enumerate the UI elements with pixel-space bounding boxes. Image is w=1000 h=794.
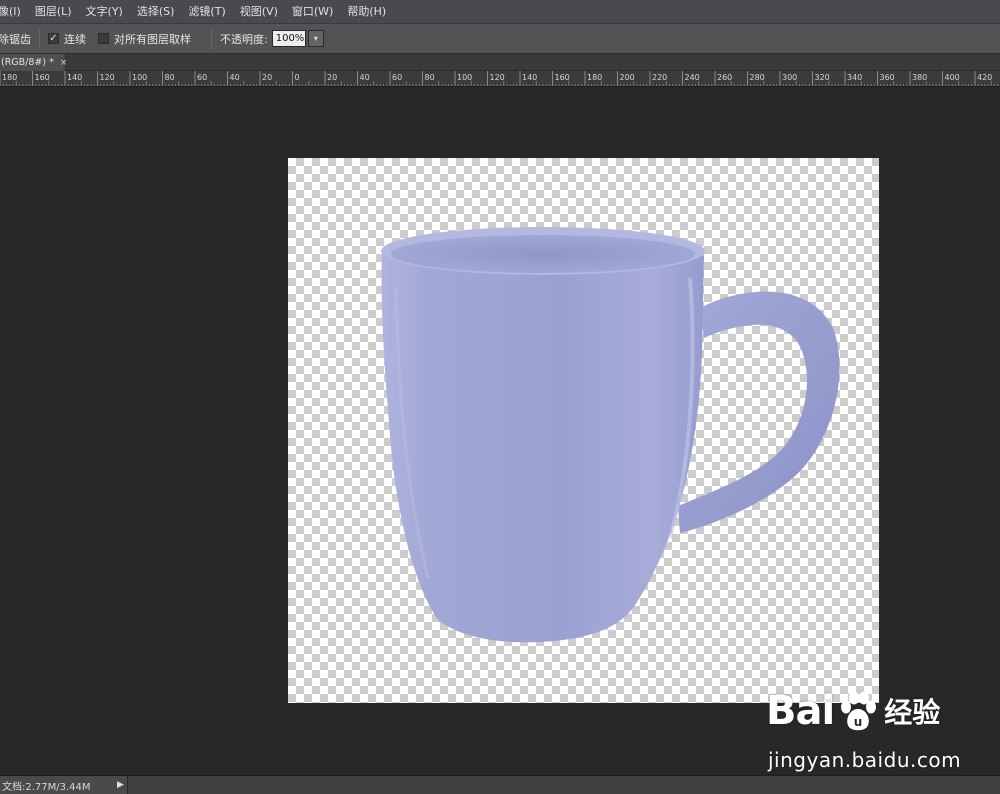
ruler-tick-label: 340 [847, 73, 862, 82]
ruler-tick-label: 0 [295, 73, 300, 82]
canvas-workspace[interactable] [0, 87, 1000, 775]
triangle-right-icon[interactable]: ▶ [117, 780, 124, 790]
ruler-tick-label: 40 [230, 73, 240, 82]
close-icon[interactable]: × [60, 58, 68, 68]
menu-type[interactable]: 文字(Y) [79, 0, 130, 24]
menu-image[interactable]: 像(I) [0, 0, 28, 24]
ruler-scale: 180 160 140 120 100 80 60 40 20 0 20 40 60 80 100 120 14… [0, 71, 999, 86]
ruler-tick-label: 60 [392, 73, 402, 82]
ruler-tick-label: 200 [620, 73, 635, 82]
sample-all-layers-option[interactable]: 对所有图层取样 [98, 31, 191, 47]
ruler-tick-label: 100 [457, 73, 472, 82]
opacity-label: 不透明度: [220, 32, 268, 46]
ruler-tick-label: 100 [132, 73, 147, 82]
ruler-tick-label: 140 [522, 73, 537, 82]
ruler-tick-label: 180 [587, 73, 602, 82]
document-size-info: 文档:2.77M/3.44M [2, 782, 91, 793]
ruler-tick-label: 80 [425, 73, 435, 82]
ruler-tick-label: 260 [717, 73, 732, 82]
document-canvas[interactable] [288, 158, 879, 703]
baidu-paw-icon: u [841, 691, 877, 731]
sample-all-layers-checkbox[interactable] [98, 33, 109, 44]
ruler-tick-label: 20 [327, 73, 337, 82]
photoshop-window: 像(I) 图层(L) 文字(Y) 选择(S) 滤镜(T) 视图(V) 窗口(W)… [0, 0, 1000, 794]
options-separator [39, 28, 40, 49]
horizontal-ruler[interactable]: 180 160 140 120 100 80 60 40 20 0 20 40 60 80 100 120 14… [0, 71, 1000, 87]
ruler-tick-label: 160 [555, 73, 570, 82]
ruler-tick-label: 80 [165, 73, 175, 82]
mug-body [381, 233, 704, 643]
opacity-input[interactable]: 100% [271, 30, 306, 47]
watermark-paw-letter: u [854, 715, 863, 729]
ruler-tick-label: 380 [912, 73, 927, 82]
options-separator [211, 28, 212, 49]
baidu-jingyan-watermark: Bai u 经验 jingyan.baidu.com [766, 688, 966, 778]
document-tab-title: (RGB/8#) * [1, 57, 54, 68]
mug-image [381, 227, 840, 643]
ruler-tick-label: 160 [35, 73, 50, 82]
contiguous-checkbox[interactable]: ✓ [48, 33, 59, 44]
ruler-tick-label: 280 [750, 73, 765, 82]
sample-all-layers-label: 对所有图层取样 [114, 32, 191, 46]
ruler-tick-label: 120 [100, 73, 115, 82]
menu-help[interactable]: 帮助(H) [340, 0, 393, 24]
status-panel: 文档:2.77M/3.44M ▶ [0, 776, 128, 794]
ruler-tick-label: 220 [652, 73, 667, 82]
ruler-tick-label: 320 [815, 73, 830, 82]
ruler-tick-label: 140 [67, 73, 82, 82]
menu-view[interactable]: 视图(V) [233, 0, 285, 24]
document-tab[interactable]: (RGB/8#) * × [0, 54, 68, 71]
status-bar: 文档:2.77M/3.44M ▶ [0, 775, 1000, 794]
contiguous-label: 连续 [64, 32, 86, 46]
ruler-tick-label: 300 [782, 73, 797, 82]
ruler-tick-label: 120 [490, 73, 505, 82]
contiguous-option[interactable]: ✓ 连续 [48, 31, 86, 47]
menu-select[interactable]: 选择(S) [130, 0, 182, 24]
antialias-option[interactable]: 除锯齿 [0, 31, 31, 47]
watermark-url: jingyan.baidu.com [768, 748, 962, 772]
document-tab-bar: (RGB/8#) * × [0, 54, 1000, 71]
ruler-tick-label: 240 [685, 73, 700, 82]
ruler-tick-label: 180 [2, 73, 17, 82]
menu-filter[interactable]: 滤镜(T) [181, 0, 232, 24]
ruler-tick-label: 360 [880, 73, 895, 82]
tool-options-bar: 除锯齿 ✓ 连续 对所有图层取样 不透明度: 100% ▾ [0, 24, 1000, 54]
ruler-tick-label: 420 [977, 73, 992, 82]
mug-interior [391, 235, 695, 273]
watermark-brand-cn: 经验 [884, 696, 941, 729]
ruler-tick-label: 400 [945, 73, 960, 82]
menu-window[interactable]: 窗口(W) [285, 0, 340, 24]
ruler-tick-label: 20 [262, 73, 272, 82]
menu-bar: 像(I) 图层(L) 文字(Y) 选择(S) 滤镜(T) 视图(V) 窗口(W)… [0, 0, 1000, 24]
watermark-brand-latin: Bai [766, 688, 835, 734]
ruler-tick-label: 40 [360, 73, 370, 82]
menu-layer[interactable]: 图层(L) [28, 0, 79, 24]
ruler-tick-label: 60 [197, 73, 207, 82]
opacity-dropdown-button[interactable]: ▾ [307, 30, 324, 47]
